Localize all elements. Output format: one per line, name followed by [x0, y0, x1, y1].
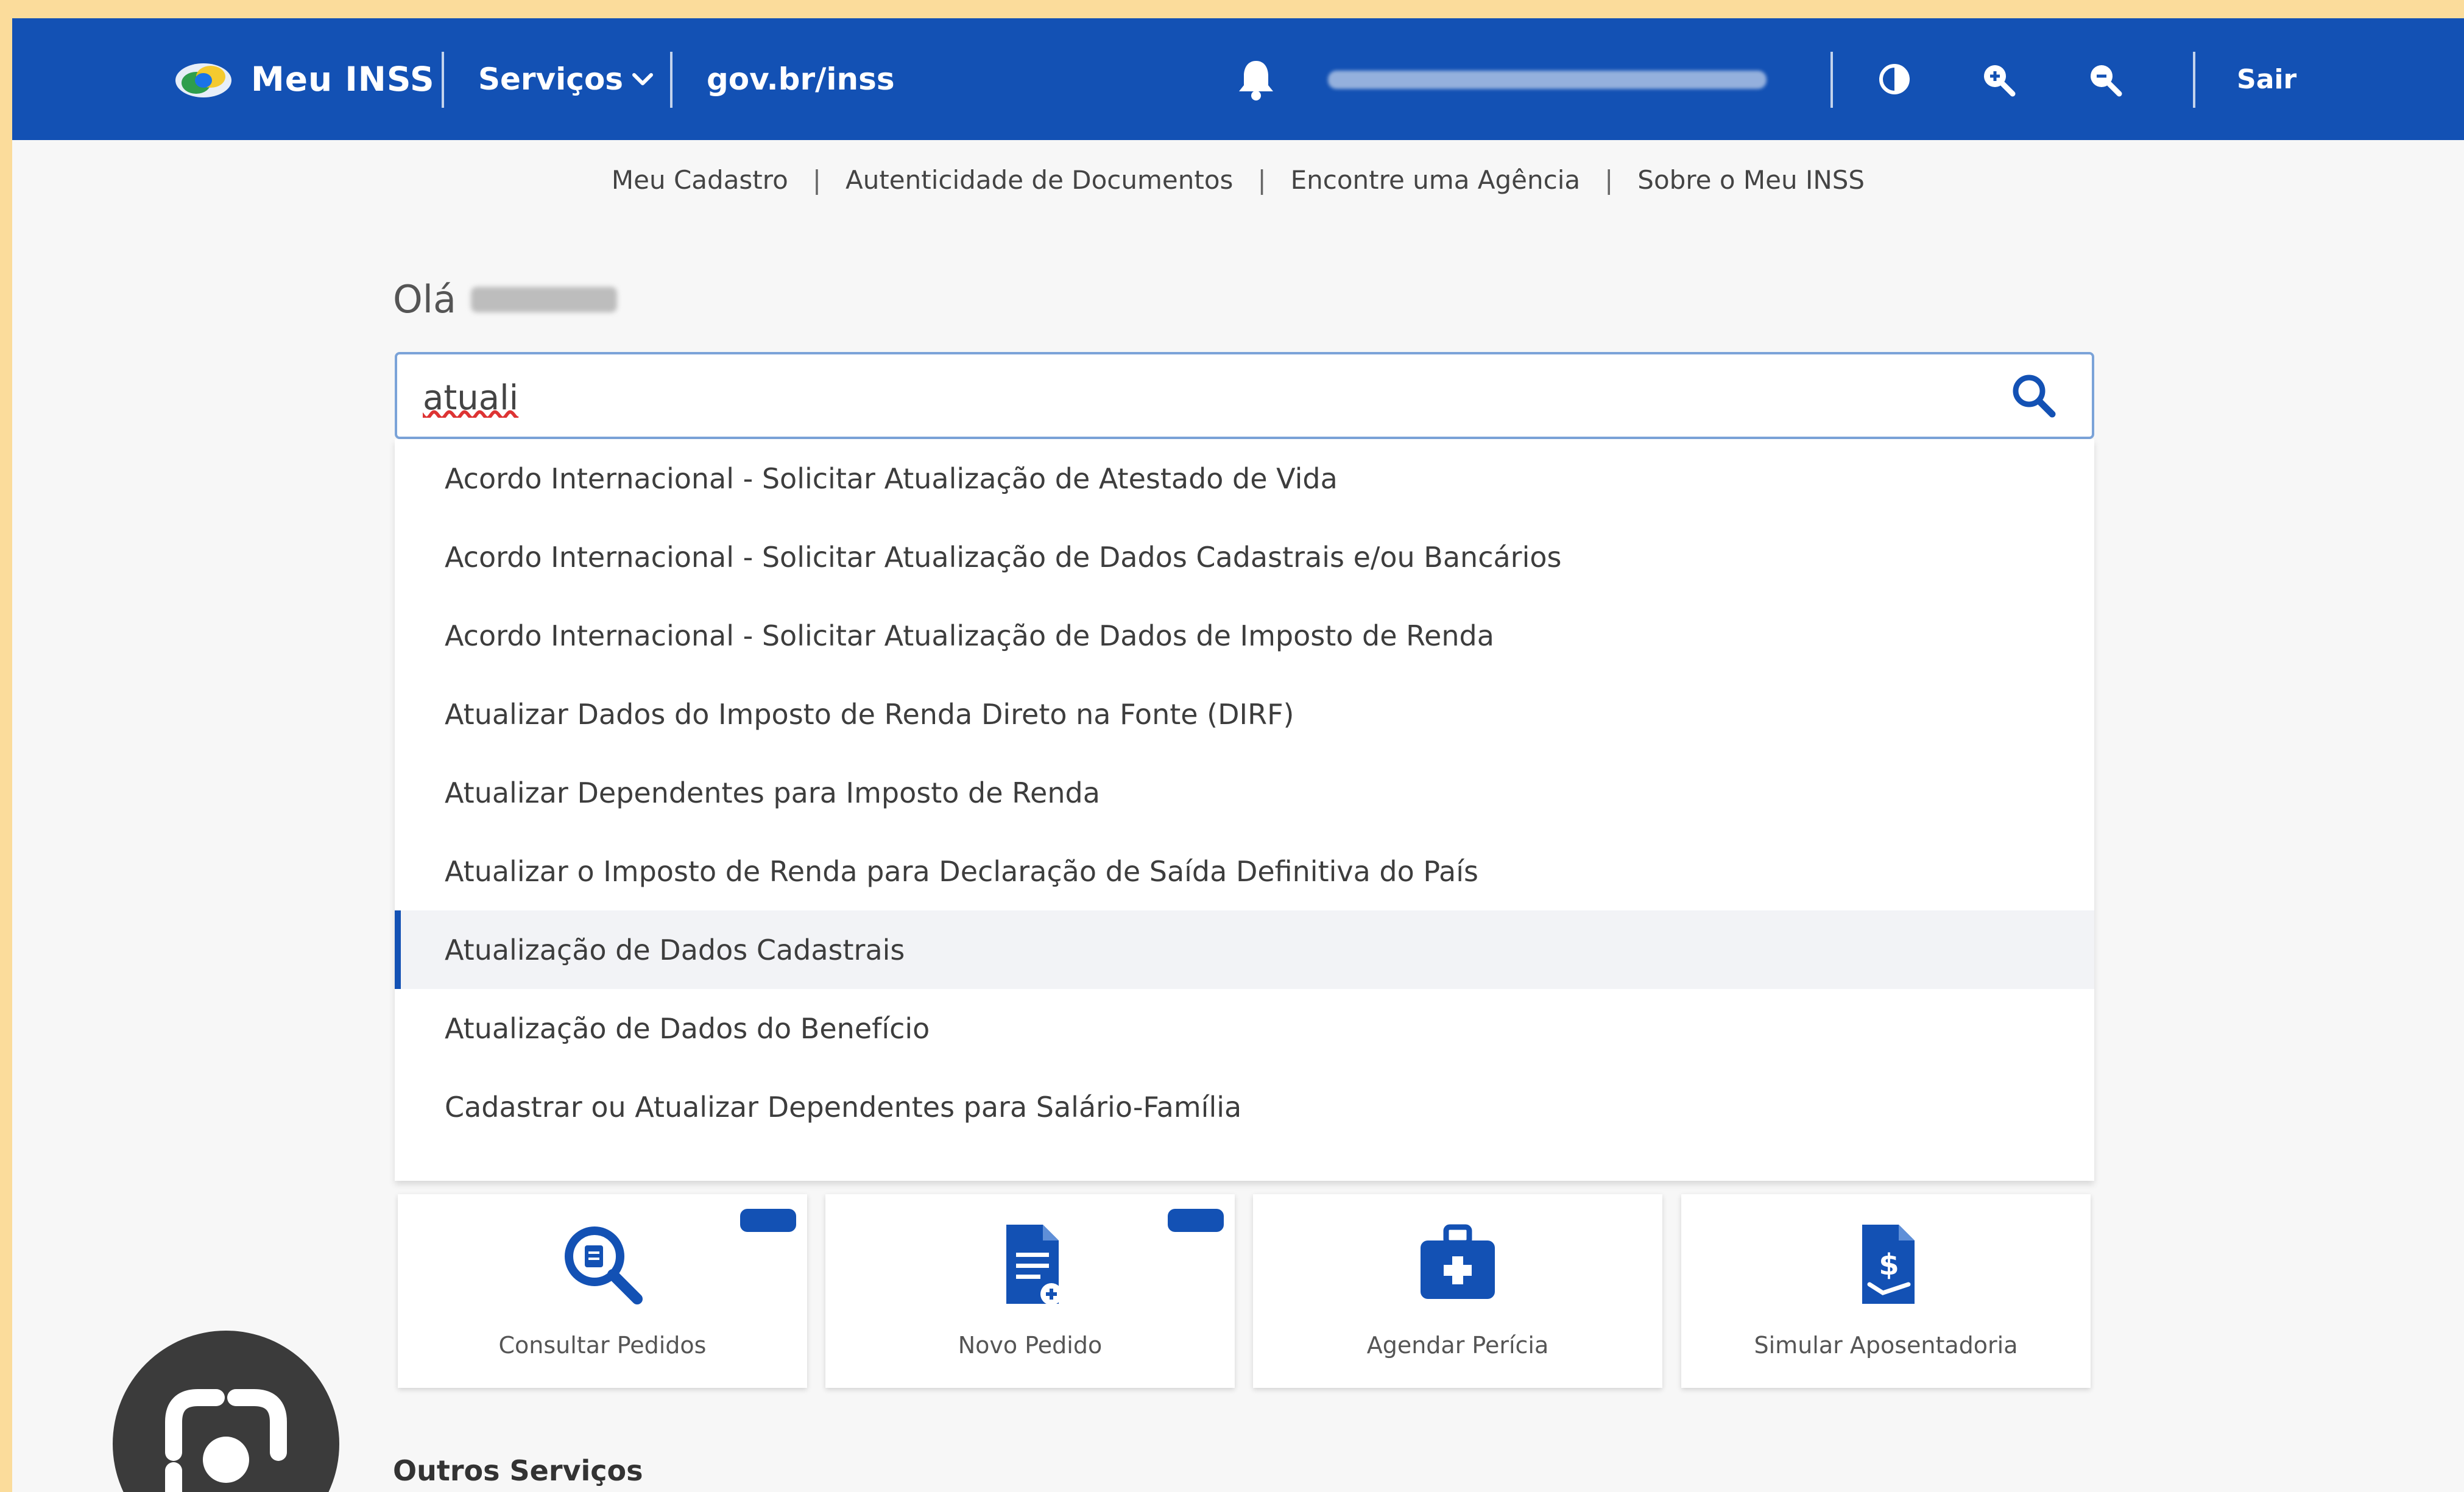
visual-search-button[interactable]: [113, 1331, 339, 1492]
suggestion-item[interactable]: Atualizar Dependentes para Imposto de Re…: [395, 753, 2094, 832]
suggestion-item[interactable]: Atualização de Dados do Benefício: [395, 989, 2094, 1068]
service-search-box: [395, 352, 2094, 439]
subnav-sobre-meu-inss[interactable]: Sobre o Meu INSS: [1613, 165, 1889, 195]
zoom-in-icon: [1984, 65, 2016, 97]
notifications-button[interactable]: [1237, 18, 1285, 140]
card-label: Simular Aposentadoria: [1754, 1332, 2018, 1359]
suggestion-item[interactable]: Acordo Internacional - Solicitar Atualiz…: [395, 439, 2094, 518]
zoom-out-button[interactable]: [2083, 18, 2126, 140]
header-divider: [670, 52, 672, 108]
chevron-down-icon: [632, 73, 654, 85]
suggestion-item[interactable]: Atualizar o Imposto de Renda para Declar…: [395, 832, 2094, 910]
card-novo-pedido[interactable]: Novo Pedido: [825, 1194, 1235, 1388]
browser-viewport: Meu INSS Serviços gov.br/inss Sair Meu C…: [12, 18, 2464, 1492]
secondary-navigation: Meu Cadastro | Autenticidade de Document…: [12, 140, 2464, 219]
user-info-redacted: [1328, 71, 1767, 89]
document-money-icon: $: [1862, 1225, 1915, 1304]
card-simular-aposentadoria[interactable]: $ Simular Aposentadoria: [1681, 1194, 2091, 1388]
camera-lens-icon: [165, 1389, 287, 1492]
card-agendar-pericia[interactable]: Agendar Perícia: [1253, 1194, 1662, 1388]
govbr-inss-link[interactable]: gov.br/inss: [707, 18, 895, 140]
govbr-label: gov.br/inss: [707, 62, 895, 97]
servicos-menu-button[interactable]: Serviços: [478, 18, 654, 140]
suggestion-item[interactable]: Atualizar Dados do Imposto de Renda Dire…: [395, 675, 2094, 753]
medical-kit-icon: [1421, 1224, 1495, 1299]
suggestion-item[interactable]: Acordo Internacional - Solicitar Atualiz…: [395, 518, 2094, 596]
contrast-icon: [1879, 64, 1910, 94]
card-consultar-pedidos[interactable]: Consultar Pedidos: [398, 1194, 807, 1388]
subnav-separator: |: [1604, 164, 1614, 195]
logout-button[interactable]: Sair: [2237, 18, 2296, 140]
subnav-separator: |: [1257, 164, 1266, 195]
home-logo-link[interactable]: Meu INSS: [172, 18, 435, 140]
subnav-meu-cadastro[interactable]: Meu Cadastro: [587, 165, 813, 195]
greeting-text: Olá: [393, 277, 457, 322]
subnav-autenticidade-documentos[interactable]: Autenticidade de Documentos: [821, 165, 1257, 195]
suggestion-item[interactable]: Cadastrar ou Atualizar Dependentes para …: [395, 1068, 2094, 1146]
card-label: Agendar Perícia: [1366, 1332, 1549, 1359]
suggestion-item-highlighted[interactable]: Atualização de Dados Cadastrais: [395, 910, 2094, 989]
inss-logo-icon: [175, 63, 231, 97]
card-label: Consultar Pedidos: [498, 1332, 707, 1359]
bell-icon: [1239, 61, 1273, 100]
card-label: Novo Pedido: [958, 1332, 1103, 1359]
header-divider: [442, 52, 444, 108]
top-navigation-bar: Meu INSS Serviços gov.br/inss Sair: [12, 18, 2464, 140]
section-heading: Outros Serviços: [393, 1454, 643, 1487]
subnav-encontre-agencia[interactable]: Encontre uma Agência: [1266, 165, 1605, 195]
search-icon: [2013, 375, 2056, 417]
subnav-separator: |: [812, 164, 821, 195]
suggestion-item[interactable]: Acordo Internacional - Solicitar Atualiz…: [395, 596, 2094, 675]
servicos-label: Serviços: [478, 62, 624, 97]
contrast-toggle-button[interactable]: [1873, 18, 1916, 140]
zoom-out-icon: [2091, 65, 2122, 97]
brand-name: Meu INSS: [251, 60, 435, 99]
header-divider: [2193, 52, 2195, 108]
svg-text:$: $: [1879, 1248, 1899, 1282]
user-name-redacted: [471, 286, 618, 312]
logout-label: Sair: [2237, 63, 2297, 95]
search-document-icon: [565, 1226, 643, 1304]
search-button[interactable]: [1976, 354, 2092, 437]
search-suggestions-list: Acordo Internacional - Solicitar Atualiz…: [395, 439, 2094, 1181]
new-document-icon: [1006, 1225, 1062, 1305]
zoom-in-button[interactable]: [1977, 18, 2019, 140]
header-divider: [1830, 52, 1833, 108]
search-input[interactable]: [422, 373, 1947, 423]
greeting: Olá: [393, 277, 618, 322]
